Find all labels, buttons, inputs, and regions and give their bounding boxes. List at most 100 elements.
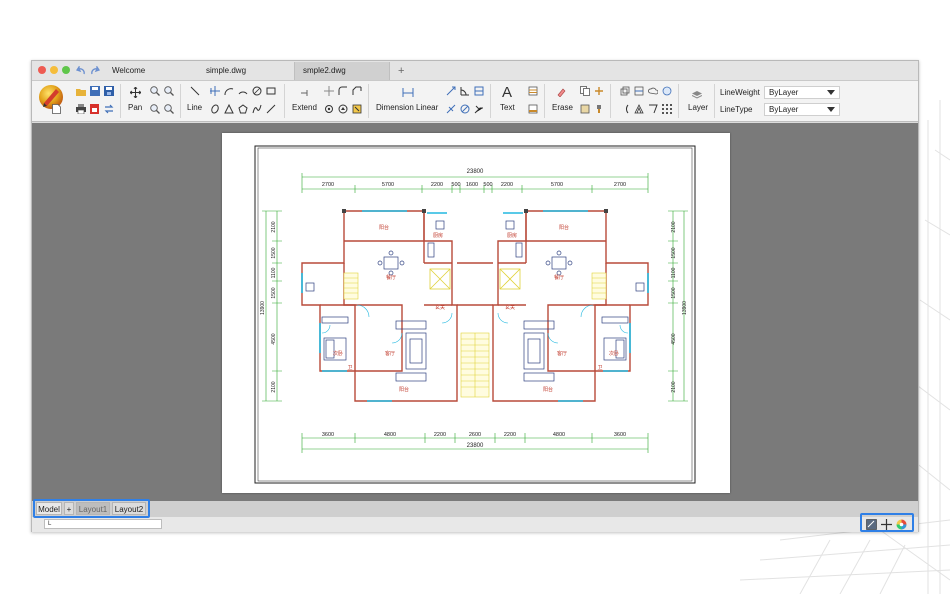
triangle-icon[interactable]	[224, 104, 234, 114]
table-icon[interactable]	[528, 86, 538, 96]
mirror-icon[interactable]	[352, 104, 362, 114]
save-all-icon[interactable]	[104, 86, 114, 96]
insert-block-icon[interactable]	[634, 86, 644, 96]
break-icon[interactable]	[648, 104, 658, 114]
new-file-icon[interactable]	[52, 104, 61, 114]
text-button[interactable]: Text	[500, 103, 515, 112]
text-icon[interactable]: A	[502, 84, 512, 101]
move-icon[interactable]	[594, 86, 604, 96]
fillet-icon[interactable]	[338, 86, 348, 96]
arc-icon[interactable]	[224, 86, 234, 96]
svg-text:1500: 1500	[671, 287, 677, 298]
paper-sheet: 23800 2700 5700 2200 500 1600 500 2200 5…	[222, 133, 730, 493]
zoom-extents-icon[interactable]	[164, 104, 174, 114]
copy-icon[interactable]	[580, 86, 590, 96]
svg-text:5700: 5700	[382, 182, 394, 188]
minimize-window-button[interactable]	[50, 66, 58, 74]
redo-icon[interactable]	[90, 66, 100, 76]
linetype-label: LineType	[720, 105, 753, 114]
linetype-select[interactable]: ByLayer	[764, 103, 840, 116]
line-button[interactable]: Line	[187, 103, 202, 112]
match-properties-icon[interactable]	[594, 104, 604, 114]
command-input[interactable]: L	[44, 519, 162, 529]
layer-button[interactable]: Layer	[688, 103, 708, 112]
rotate-icon[interactable]	[324, 104, 334, 114]
dimension-linear-icon[interactable]	[402, 88, 414, 97]
eraser-icon[interactable]	[556, 87, 566, 97]
svg-text:4800: 4800	[553, 432, 565, 438]
polyline-icon[interactable]	[210, 86, 220, 96]
new-tab-button[interactable]: +	[390, 62, 410, 80]
extend-icon[interactable]	[300, 87, 310, 97]
total-width-dim: 23800	[467, 169, 484, 175]
toolbar-separator	[368, 84, 369, 118]
trim-icon[interactable]	[324, 86, 334, 96]
region-icon[interactable]	[620, 104, 630, 114]
convert-icon[interactable]	[104, 104, 114, 114]
zoom-in-icon[interactable]	[150, 86, 160, 96]
layer-icon[interactable]	[692, 91, 702, 99]
status-icons-highlight	[860, 513, 914, 532]
dimension-radius-icon[interactable]	[446, 104, 456, 114]
ray-icon[interactable]	[266, 104, 276, 114]
dimension-baseline-icon[interactable]	[474, 86, 484, 96]
layout-tabs-highlight	[33, 499, 150, 518]
block-icon[interactable]	[620, 86, 630, 96]
rectangle-icon[interactable]	[266, 86, 276, 96]
chevron-down-icon	[827, 107, 835, 112]
wipeout-icon[interactable]	[634, 104, 644, 114]
spline-icon[interactable]	[252, 104, 262, 114]
svg-text:餐厅: 餐厅	[386, 274, 396, 281]
dimension-angular-icon[interactable]	[460, 86, 470, 96]
line-icon[interactable]	[190, 86, 200, 96]
stair-core	[343, 272, 607, 398]
dimension-linear-button[interactable]: Dimension Linear	[376, 103, 438, 112]
tab-label: Welcome	[112, 66, 146, 75]
svg-text:厨房: 厨房	[507, 232, 517, 239]
hatch-icon[interactable]	[528, 104, 538, 114]
arc-3point-icon[interactable]	[238, 86, 248, 96]
svg-text:阳台: 阳台	[559, 224, 569, 231]
toolbar-separator	[610, 84, 611, 118]
leader-icon[interactable]	[474, 104, 484, 114]
undo-icon[interactable]	[76, 66, 86, 76]
extend-button[interactable]: Extend	[292, 103, 317, 112]
circle-icon[interactable]	[252, 86, 262, 96]
print-icon[interactable]	[76, 104, 86, 114]
save-icon[interactable]	[90, 86, 100, 96]
svg-text:2200: 2200	[434, 432, 446, 438]
svg-text:2700: 2700	[614, 182, 626, 188]
tab-welcome[interactable]: Welcome	[104, 62, 194, 80]
svg-text:2200: 2200	[504, 432, 516, 438]
pan-icon[interactable]	[130, 87, 141, 98]
svg-text:500: 500	[451, 182, 460, 188]
zoom-window-icon[interactable]	[150, 104, 160, 114]
export-pdf-icon[interactable]	[90, 104, 100, 114]
cloud-icon[interactable]	[648, 86, 658, 96]
svg-text:客厅: 客厅	[385, 350, 395, 357]
linetype-value: ByLayer	[769, 105, 799, 114]
dimension-aligned-icon[interactable]	[446, 86, 456, 96]
chamfer-icon[interactable]	[352, 86, 362, 96]
zoom-window-button[interactable]	[62, 66, 70, 74]
close-window-button[interactable]	[38, 66, 46, 74]
tab-smple2-dwg[interactable]: smple2.dwg	[294, 62, 390, 80]
erase-button[interactable]: Erase	[552, 103, 573, 112]
svg-text:1500: 1500	[671, 247, 677, 258]
tab-simple-dwg[interactable]: simple.dwg	[198, 62, 290, 80]
title-bar: Welcome simple.dwg smple2.dwg +	[32, 61, 918, 81]
offset-icon[interactable]	[338, 104, 348, 114]
svg-text:4500: 4500	[271, 333, 277, 344]
ellipse-icon[interactable]	[210, 104, 220, 114]
app-window: Welcome simple.dwg smple2.dwg + Pan Line…	[31, 60, 919, 532]
open-folder-icon[interactable]	[76, 87, 86, 96]
zoom-out-icon[interactable]	[164, 86, 174, 96]
pan-button[interactable]: Pan	[128, 103, 142, 112]
measure-icon[interactable]	[662, 86, 672, 96]
drawing-canvas[interactable]: 23800 2700 5700 2200 500 1600 500 2200 5…	[32, 123, 918, 501]
lineweight-select[interactable]: ByLayer	[764, 86, 840, 99]
array-icon[interactable]	[662, 104, 672, 114]
polygon-icon[interactable]	[238, 104, 248, 114]
dimension-diameter-icon[interactable]	[460, 104, 470, 114]
paste-icon[interactable]	[580, 104, 590, 114]
